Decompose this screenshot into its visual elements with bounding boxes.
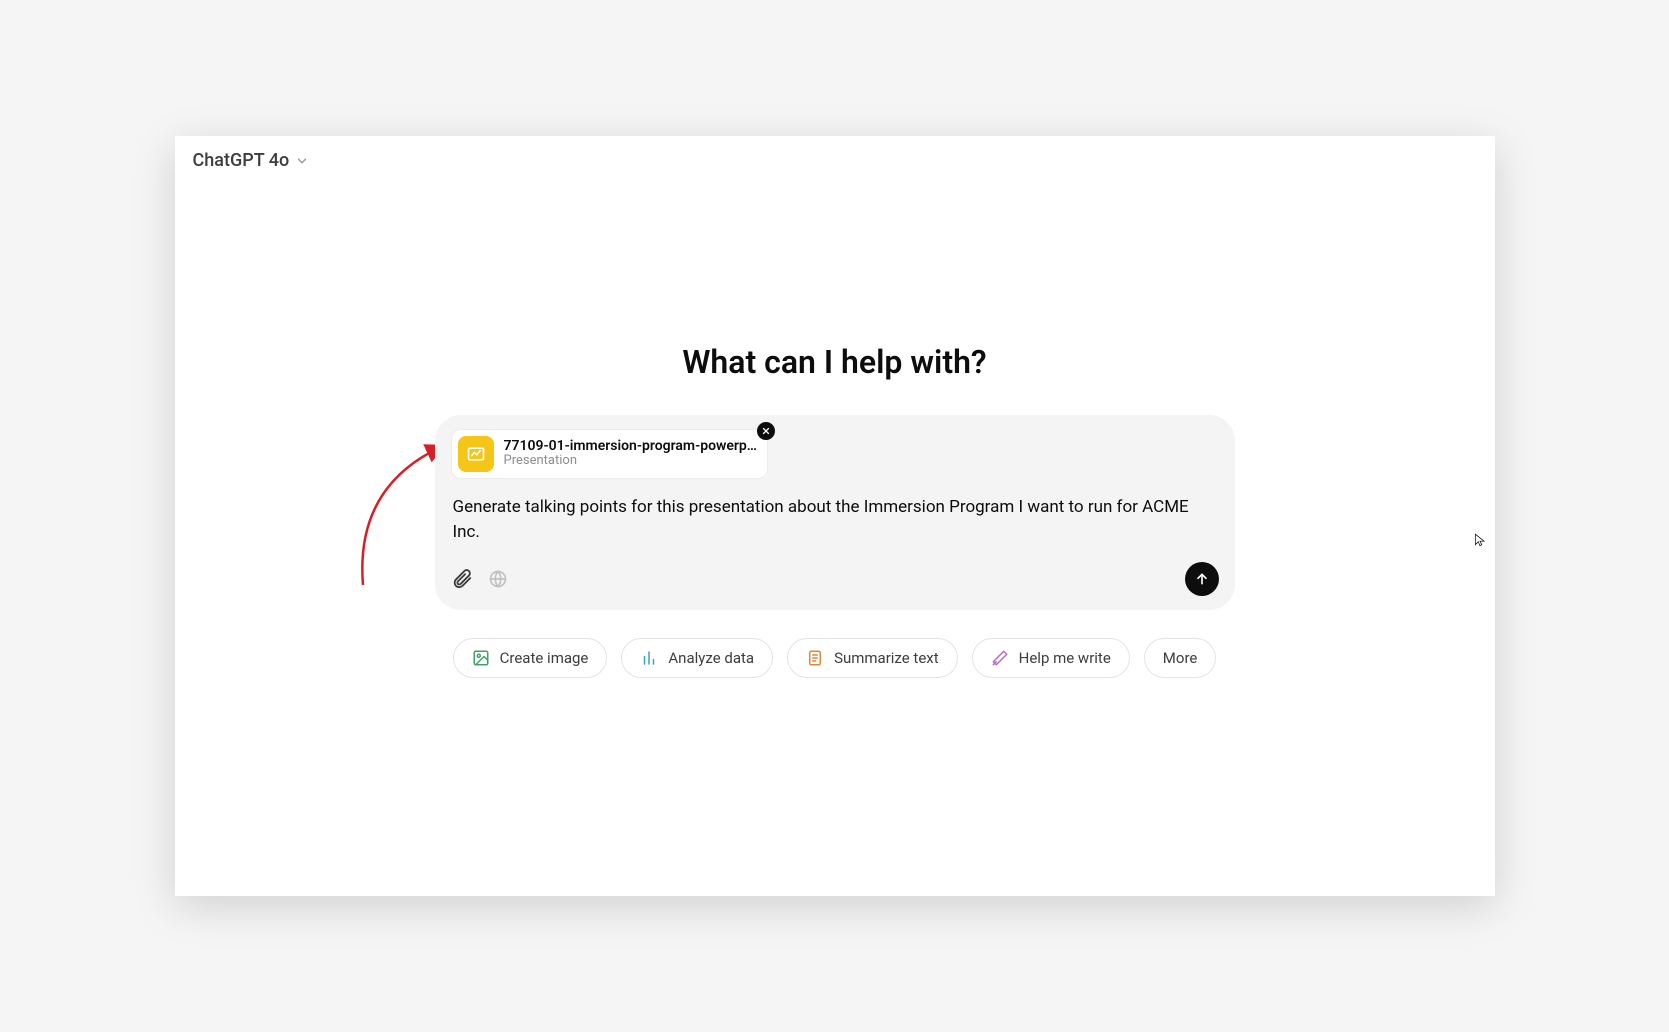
composer: 77109-01-immersion-program-powerp… Prese…	[435, 415, 1235, 610]
suggestion-create-image[interactable]: Create image	[453, 638, 608, 678]
send-button[interactable]	[1185, 562, 1219, 596]
chip-label: More	[1163, 649, 1198, 667]
paperclip-icon	[451, 568, 473, 590]
web-browse-button[interactable]	[487, 568, 509, 590]
suggestion-analyze-data[interactable]: Analyze data	[621, 638, 773, 678]
arrow-up-icon	[1194, 571, 1210, 587]
attachment-text: 77109-01-immersion-program-powerp… Prese…	[504, 438, 757, 469]
suggestion-help-me-write[interactable]: Help me write	[972, 638, 1130, 678]
close-icon	[761, 426, 771, 436]
model-label: ChatGPT 4o	[193, 150, 290, 171]
remove-attachment-button[interactable]	[757, 422, 775, 440]
composer-wrapper: 77109-01-immersion-program-powerp… Prese…	[435, 415, 1235, 610]
attach-button[interactable]	[451, 568, 473, 590]
pencil-icon	[991, 649, 1009, 667]
suggestion-row: Create image Analyze data Summarize text…	[453, 638, 1217, 678]
bar-chart-icon	[640, 649, 658, 667]
chip-label: Help me write	[1019, 649, 1111, 667]
chip-label: Create image	[500, 649, 589, 667]
presentation-file-icon	[458, 436, 494, 472]
header: ChatGPT 4o	[175, 136, 1495, 185]
app-window: ChatGPT 4o What can I help with?	[175, 136, 1495, 896]
composer-actions	[451, 562, 1219, 596]
document-icon	[806, 649, 824, 667]
attachment-filetype: Presentation	[504, 454, 757, 469]
attachment-chip[interactable]: 77109-01-immersion-program-powerp… Prese…	[451, 429, 768, 479]
chip-label: Summarize text	[834, 649, 939, 667]
main-content: What can I help with?	[175, 185, 1495, 896]
model-selector[interactable]: ChatGPT 4o	[193, 150, 310, 171]
chip-label: Analyze data	[668, 649, 754, 667]
attachment-filename: 77109-01-immersion-program-powerp…	[504, 438, 757, 454]
composer-left-tools	[451, 568, 509, 590]
suggestion-more[interactable]: More	[1144, 638, 1217, 678]
globe-icon	[488, 569, 508, 589]
page-heading: What can I help with?	[682, 343, 986, 381]
chevron-down-icon	[295, 154, 309, 168]
suggestion-summarize-text[interactable]: Summarize text	[787, 638, 958, 678]
prompt-input[interactable]: Generate talking points for this present…	[451, 495, 1219, 544]
image-icon	[472, 649, 490, 667]
